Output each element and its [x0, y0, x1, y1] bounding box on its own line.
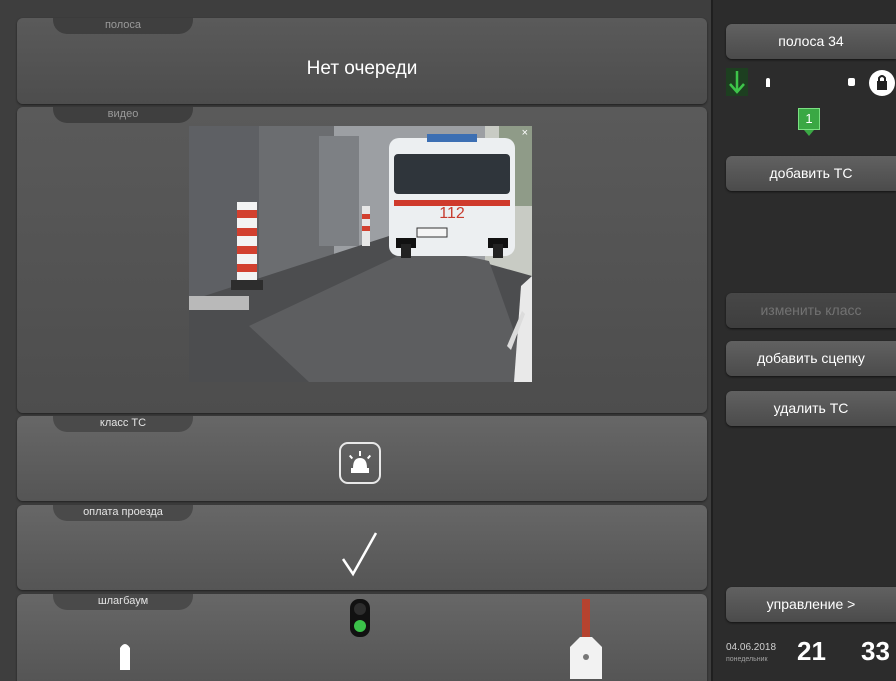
- lane-panel: полоса Нет очереди: [17, 18, 707, 104]
- delete-vehicle-button[interactable]: удалить ТС: [726, 391, 896, 426]
- payment-panel: оплата проезда: [17, 505, 707, 590]
- emergency-beacon-icon[interactable]: [339, 442, 381, 484]
- weekday-text: понедельник: [726, 656, 768, 663]
- barrier-tab: шлагбаум: [53, 594, 193, 610]
- sidebar: полоса 34 1 добавить ТС изменить класс д…: [713, 0, 896, 681]
- barrier-closed-icon: [570, 599, 602, 679]
- camera-image: 112: [189, 126, 532, 382]
- barrier-panel: шлагбаум: [17, 594, 707, 681]
- clock-hours: 21: [797, 636, 826, 666]
- lane-button[interactable]: полоса 34: [726, 24, 896, 59]
- barrier-open-icon: [120, 644, 130, 670]
- video-panel: видео 112 ×: [17, 107, 707, 413]
- main-area: полоса Нет очереди видео 112 × класс ТС …: [0, 0, 712, 681]
- queue-badge-count: 1: [805, 111, 813, 126]
- date-text: 04.06.2018: [726, 642, 777, 653]
- vehicle-class-tab: класс ТС: [53, 416, 193, 432]
- clock-minutes: 33: [861, 636, 890, 666]
- lock-small-icon: [848, 78, 855, 86]
- barrier-small-icon: [766, 78, 770, 87]
- clock-area: 04.06.2018 понедельник 21 33: [713, 630, 896, 681]
- traffic-light-icon: [350, 599, 370, 637]
- checkmark-icon: [341, 532, 378, 577]
- vehicle-class-panel: класс ТС: [17, 416, 707, 501]
- payment-tab: оплата проезда: [53, 505, 193, 521]
- lane-panel-tab: полоса: [53, 18, 193, 34]
- change-class-button[interactable]: изменить класс: [726, 293, 896, 328]
- add-trailer-button[interactable]: добавить сцепку: [726, 341, 896, 376]
- add-vehicle-button[interactable]: добавить ТС: [726, 156, 896, 191]
- video-close-icon[interactable]: ×: [522, 127, 528, 139]
- queue-status: Нет очереди: [306, 58, 418, 79]
- video-panel-tab: видео: [53, 107, 193, 123]
- control-button[interactable]: управление >: [726, 587, 896, 622]
- operator-lock-icon[interactable]: [869, 70, 895, 96]
- camera-feed: 112 ×: [189, 126, 532, 382]
- queue-badge: 1: [798, 108, 820, 130]
- queue-badge-pointer: [804, 130, 814, 136]
- direction-arrow-icon: [726, 68, 748, 96]
- ambulance-plate-text: 112: [439, 205, 465, 222]
